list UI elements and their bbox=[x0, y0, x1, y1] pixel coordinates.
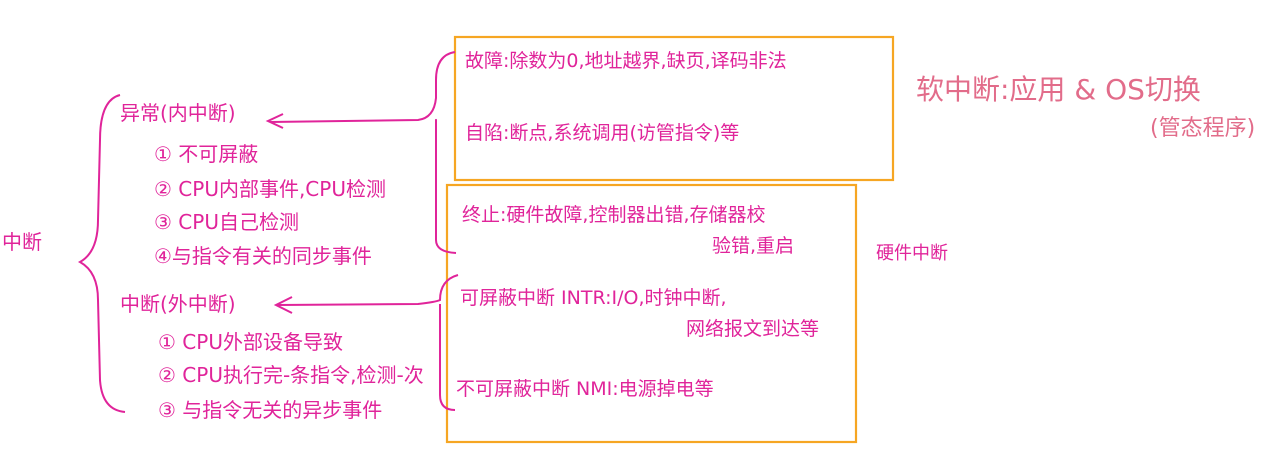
exception-item-2: ② CPU内部事件,CPU检测 bbox=[154, 177, 386, 201]
hard-interrupt-label: 硬件中断 bbox=[876, 243, 948, 264]
root-label: 中断 bbox=[2, 230, 42, 254]
interrupt-item-3: ③ 与指令无关的异步事件 bbox=[158, 398, 383, 422]
abort-text-line2: 验错,重启 bbox=[712, 235, 795, 257]
exception-item-3: ③ CPU自己检测 bbox=[154, 210, 299, 234]
interrupt-item-2: ② CPU执行完-条指令,检测-次 bbox=[158, 363, 424, 387]
interrupt-item-1: ① CPU外部设备导致 bbox=[158, 330, 343, 354]
intr-text-line2: 网络报文到达等 bbox=[686, 318, 820, 340]
nmi-text: 不可屏蔽中断 NMI:电源掉电等 bbox=[456, 378, 714, 400]
exception-item-4: ④与指令有关的同步事件 bbox=[154, 244, 372, 268]
exception-item-1: ① 不可屏蔽 bbox=[154, 142, 259, 166]
trap-text: 自陷:断点,系统调用(访管指令)等 bbox=[465, 122, 740, 144]
exception-title: 异常(内中断) bbox=[120, 101, 236, 125]
interrupt-title: 中断(外中断) bbox=[120, 292, 236, 316]
fault-text: 故障:除数为0,地址越界,缺页,译码非法 bbox=[465, 50, 787, 72]
intr-text-line1: 可屏蔽中断 INTR:I/O,时钟中断, bbox=[460, 287, 727, 309]
soft-interrupt-subtitle: (管态程序) bbox=[1150, 116, 1256, 141]
root-brace bbox=[77, 94, 126, 413]
soft-interrupt-title: 软中断:应用 & OS切换 bbox=[916, 73, 1201, 106]
abort-text-line1: 终止:硬件故障,控制器出错,存储器校 bbox=[462, 204, 766, 226]
